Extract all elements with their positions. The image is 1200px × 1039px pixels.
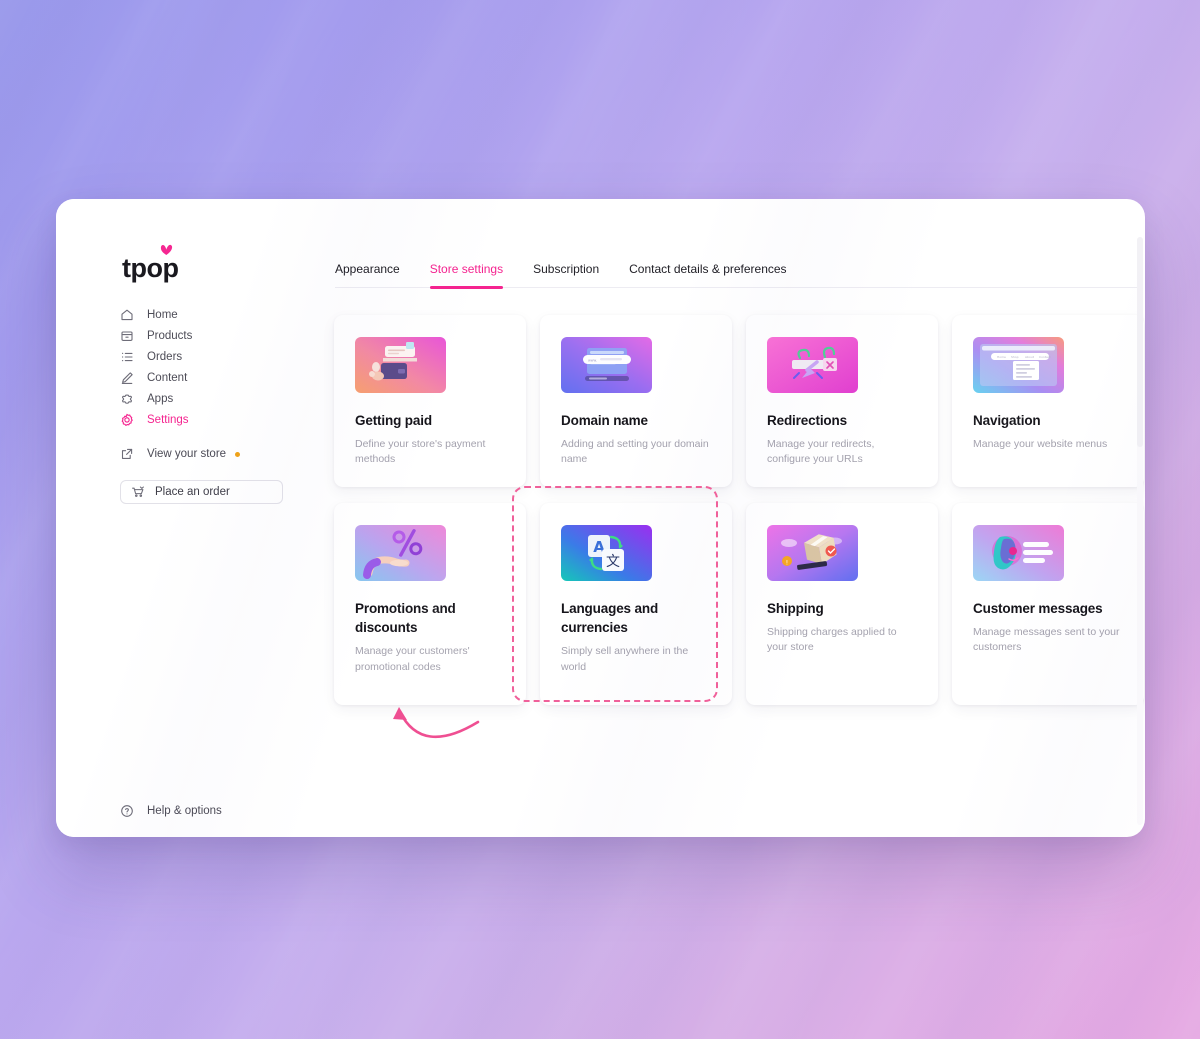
card-title: Domain name: [561, 413, 648, 428]
card-title: Languages and currencies: [561, 601, 659, 636]
shipping-box-thumb: !: [767, 525, 858, 581]
settings-tabs: Appearance Store settings Subscription C…: [335, 262, 1141, 289]
card-promotions-and-discounts[interactable]: Promotions and discounts Manage your cus…: [334, 503, 526, 705]
cart-icon: [131, 485, 145, 499]
tab-appearance[interactable]: Appearance: [335, 262, 400, 287]
tab-store-settings[interactable]: Store settings: [429, 262, 504, 289]
main-content: Appearance Store settings Subscription C…: [296, 199, 1145, 837]
card-description: Manage your website menus: [973, 438, 1108, 451]
butterfly-icon: [160, 244, 173, 255]
card-getting-paid[interactable]: Getting paid Define your store's payment…: [334, 315, 526, 487]
settings-card-grid: Getting paid Define your store's payment…: [334, 315, 1145, 705]
place-an-order-label: Place an order: [155, 486, 230, 498]
card-navigation[interactable]: Home Shop About Contact Navigation Manage …: [952, 315, 1144, 487]
card-description: Manage your customers' promotional codes: [355, 645, 470, 673]
question-circle-icon: [120, 804, 134, 818]
logo-text: tpop: [122, 253, 179, 283]
card-title: Promotions and discounts: [355, 601, 456, 636]
svg-text:!: !: [786, 560, 788, 567]
products-icon: [120, 329, 134, 343]
desktop-wallpaper: tpop Home Products Orders Content Apps S…: [0, 0, 1200, 1039]
orders-icon: [120, 350, 134, 364]
home-icon: [120, 308, 134, 322]
svg-text:文: 文: [606, 554, 620, 570]
card-description: Manage messages sent to your customers: [973, 626, 1120, 654]
content-icon: [120, 371, 134, 385]
svg-text:www.: www.: [588, 359, 597, 363]
card-domain-name[interactable]: www. Domain name Adding and setting your…: [540, 315, 732, 487]
card-customer-messages[interactable]: Customer messages Manage messages sent t…: [952, 503, 1144, 705]
sidebar-item-label: Apps: [147, 392, 174, 405]
sidebar-item-label: Products: [147, 329, 193, 342]
sidebar-item-apps[interactable]: Apps: [120, 388, 290, 409]
sidebar-item-label: Orders: [147, 350, 183, 363]
notification-dot: [235, 451, 241, 457]
sidebar-item-label: Settings: [147, 413, 189, 426]
card-description: Shipping charges applied to your store: [767, 626, 897, 654]
card-title: Shipping: [767, 601, 824, 616]
nav-menu-thumb: Home Shop About Contact: [973, 337, 1064, 393]
card-title: Customer messages: [973, 601, 1103, 616]
sidebar-nav: Home Products Orders Content Apps Settin…: [120, 304, 290, 430]
scrollbar-thumb[interactable]: [1137, 237, 1143, 447]
card-description: Simply sell anywhere in the world: [561, 645, 689, 673]
help-and-options-label: Help & options: [147, 805, 222, 817]
sidebar-item-products[interactable]: Products: [120, 325, 290, 346]
svg-text:Shop: Shop: [1011, 355, 1019, 359]
svg-text:Contact: Contact: [1039, 355, 1051, 359]
browser-window: tpop Home Products Orders Content Apps S…: [56, 199, 1145, 837]
svg-text:Home: Home: [997, 355, 1006, 359]
card-description: Manage your redirects, configure your UR…: [767, 438, 875, 466]
sidebar-item-label: Content: [147, 371, 188, 384]
card-shipping[interactable]: ! Shipping Shipping charges applied to y…: [746, 503, 938, 705]
messages-face-thumb: [973, 525, 1064, 581]
redirect-link-thumb: [767, 337, 858, 393]
card-description: Adding and setting your domain name: [561, 438, 709, 466]
external-link-icon: [120, 447, 134, 461]
card-description: Define your store's payment methods: [355, 438, 486, 466]
sidebar-item-orders[interactable]: Orders: [120, 346, 290, 367]
card-title: Getting paid: [355, 413, 432, 428]
tab-contact-details[interactable]: Contact details & preferences: [629, 262, 786, 287]
tab-subscription[interactable]: Subscription: [533, 262, 599, 287]
help-and-options-link[interactable]: Help & options: [120, 804, 222, 818]
svg-text:About: About: [1025, 355, 1035, 359]
sidebar: tpop Home Products Orders Content Apps S…: [56, 199, 296, 837]
card-redirections[interactable]: Redirections Manage your redirects, conf…: [746, 315, 938, 487]
sidebar-item-content[interactable]: Content: [120, 367, 290, 388]
view-your-store-label: View your store: [147, 448, 227, 460]
tpop-logo[interactable]: tpop: [122, 244, 179, 283]
wallet-payment-thumb: [355, 337, 446, 393]
settings-icon: [120, 413, 134, 427]
translate-thumb: A 文: [561, 525, 652, 581]
sidebar-item-home[interactable]: Home: [120, 304, 290, 325]
sidebar-item-label: Home: [147, 308, 178, 321]
card-title: Navigation: [973, 413, 1041, 428]
sidebar-item-settings[interactable]: Settings: [120, 409, 290, 430]
domain-browser-thumb: www.: [561, 337, 652, 393]
place-an-order-button[interactable]: Place an order: [120, 480, 283, 504]
card-languages-and-currencies[interactable]: A 文 Languages and currencies Simply sell…: [540, 503, 732, 705]
apps-icon: [120, 392, 134, 406]
card-title: Redirections: [767, 413, 847, 428]
percent-hand-thumb: [355, 525, 446, 581]
view-your-store-link[interactable]: View your store: [120, 447, 241, 461]
